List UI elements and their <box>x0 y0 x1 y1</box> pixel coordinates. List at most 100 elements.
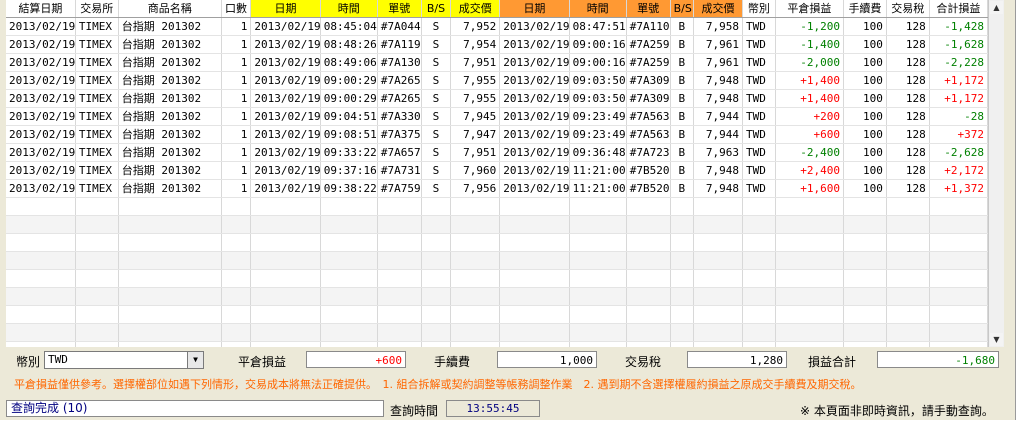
empty-cell <box>742 215 776 234</box>
table-cell: #7A723 <box>626 143 671 162</box>
empty-cell <box>626 341 671 347</box>
empty-cell <box>75 305 119 324</box>
vertical-scrollbar[interactable]: ▲ ▼ <box>988 0 1004 347</box>
column-header[interactable]: 日期 <box>250 0 321 18</box>
column-header[interactable]: 交易稅 <box>886 0 930 18</box>
empty-cell <box>843 251 887 270</box>
table-row[interactable]: 2013/02/19 TIMEX 台指期 201302 1 2013/02/19 09:0… <box>6 107 988 126</box>
column-header[interactable]: 幣別 <box>742 0 776 18</box>
column-header[interactable]: 手續費 <box>843 0 887 18</box>
empty-cell <box>693 197 744 216</box>
empty-cell <box>499 323 570 342</box>
column-header[interactable]: 時間 <box>569 0 627 18</box>
pl-value: +600 <box>306 351 406 368</box>
column-header[interactable]: 結算日期 <box>6 0 76 18</box>
scroll-down-icon[interactable]: ▼ <box>990 333 1003 346</box>
empty-cell <box>221 323 252 342</box>
column-header[interactable]: B/S <box>670 0 695 18</box>
empty-cell <box>670 323 695 342</box>
table-cell: 09:38:22 <box>320 179 378 198</box>
table-cell: 台指期 201302 <box>118 89 222 108</box>
table-cell: TWD <box>742 125 776 144</box>
empty-cell <box>843 323 887 342</box>
empty-cell <box>118 233 222 252</box>
column-header[interactable]: 口數 <box>221 0 252 18</box>
table-cell: S <box>421 17 452 36</box>
empty-cell <box>626 305 671 324</box>
table-row[interactable]: 2013/02/19 TIMEX 台指期 201302 1 2013/02/19 08:4… <box>6 53 988 72</box>
empty-cell <box>75 251 119 270</box>
table-cell: #7A265 <box>377 89 422 108</box>
table-row[interactable]: 2013/02/19 TIMEX 台指期 201302 1 2013/02/19 08:4… <box>6 35 988 54</box>
column-header[interactable]: 單號 <box>626 0 671 18</box>
table-cell: +1,372 <box>929 179 988 198</box>
table-row[interactable]: 2013/02/19 TIMEX 台指期 201302 1 2013/02/19 09:3… <box>6 161 988 180</box>
table-row[interactable]: 2013/02/19 TIMEX 台指期 201302 1 2013/02/19 08:4… <box>6 17 988 36</box>
table-cell: 7,961 <box>693 53 744 72</box>
table-row[interactable]: 2013/02/19 TIMEX 台指期 201302 1 2013/02/19 09:3… <box>6 179 988 198</box>
empty-cell <box>450 251 501 270</box>
empty-cell <box>742 287 776 306</box>
table-cell: 2013/02/19 <box>250 17 321 36</box>
table-cell: S <box>421 179 452 198</box>
column-header[interactable]: 交易所 <box>75 0 119 18</box>
table-cell: 09:03:50 <box>569 71 627 90</box>
empty-cell <box>742 305 776 324</box>
table-cell: S <box>421 89 452 108</box>
table-cell: #7A375 <box>377 125 422 144</box>
column-header[interactable]: 平倉損益 <box>775 0 845 18</box>
realtime-notice: ※ 本頁面非即時資訊，請手動查詢。 <box>800 404 994 418</box>
column-header[interactable]: 日期 <box>499 0 570 18</box>
table-cell: 2013/02/19 <box>6 161 76 180</box>
table-cell: 2013/02/19 <box>6 53 76 72</box>
empty-cell <box>843 233 887 252</box>
table-cell: #7B520 <box>626 161 671 180</box>
scroll-up-icon[interactable]: ▲ <box>990 1 1003 14</box>
table-cell: B <box>670 161 695 180</box>
table-row[interactable]: 2013/02/19 TIMEX 台指期 201302 1 2013/02/19 09:0… <box>6 89 988 108</box>
empty-cell <box>742 251 776 270</box>
empty-cell <box>221 269 252 288</box>
column-header[interactable]: 商品名稱 <box>118 0 222 18</box>
table-cell: B <box>670 35 695 54</box>
table-cell: 2013/02/19 <box>250 107 321 126</box>
column-header[interactable]: B/S <box>421 0 452 18</box>
table-cell: B <box>670 179 695 198</box>
table-cell: 台指期 201302 <box>118 53 222 72</box>
table-cell: 1 <box>221 161 252 180</box>
table-cell: 2013/02/19 <box>250 53 321 72</box>
column-header[interactable]: 時間 <box>320 0 378 18</box>
table-cell: B <box>670 107 695 126</box>
table-row[interactable]: 2013/02/19 TIMEX 台指期 201302 1 2013/02/19 09:0… <box>6 71 988 90</box>
column-header[interactable]: 單號 <box>377 0 422 18</box>
empty-cell <box>377 287 422 306</box>
empty-cell <box>886 215 930 234</box>
empty-cell <box>450 269 501 288</box>
table-row[interactable]: 2013/02/19 TIMEX 台指期 201302 1 2013/02/19 09:0… <box>6 125 988 144</box>
column-header[interactable]: 合計損益 <box>929 0 988 18</box>
total-value: -1,680 <box>877 351 999 368</box>
empty-cell <box>421 251 452 270</box>
empty-cell <box>421 287 452 306</box>
table-cell: 100 <box>843 143 887 162</box>
chevron-down-icon[interactable]: ▼ <box>187 352 203 368</box>
empty-cell <box>569 269 627 288</box>
currency-select[interactable]: TWD ▼ <box>44 351 204 369</box>
table-row[interactable]: 2013/02/19 TIMEX 台指期 201302 1 2013/02/19 09:3… <box>6 143 988 162</box>
table-cell: #7A044 <box>377 17 422 36</box>
table-cell: S <box>421 125 452 144</box>
empty-cell <box>670 197 695 216</box>
table-cell: 1 <box>221 53 252 72</box>
table-cell: 台指期 201302 <box>118 17 222 36</box>
empty-row <box>6 233 988 252</box>
column-header[interactable]: 成交價 <box>693 0 744 18</box>
empty-cell <box>118 251 222 270</box>
empty-cell <box>929 305 988 324</box>
query-time-label: 查詢時間 <box>390 404 439 418</box>
table-cell: TIMEX <box>75 161 119 180</box>
table-cell: +200 <box>775 107 845 126</box>
table-cell: 2013/02/19 <box>6 71 76 90</box>
trade-grid[interactable]: 結算日期 交易所 商品名稱 口數 日期 時間 單號 B/S 成交價 日期 時間 單號 B/S 成交價 幣別平… <box>6 0 988 347</box>
fee-label: 手續費 <box>434 355 471 369</box>
column-header[interactable]: 成交價 <box>450 0 501 18</box>
